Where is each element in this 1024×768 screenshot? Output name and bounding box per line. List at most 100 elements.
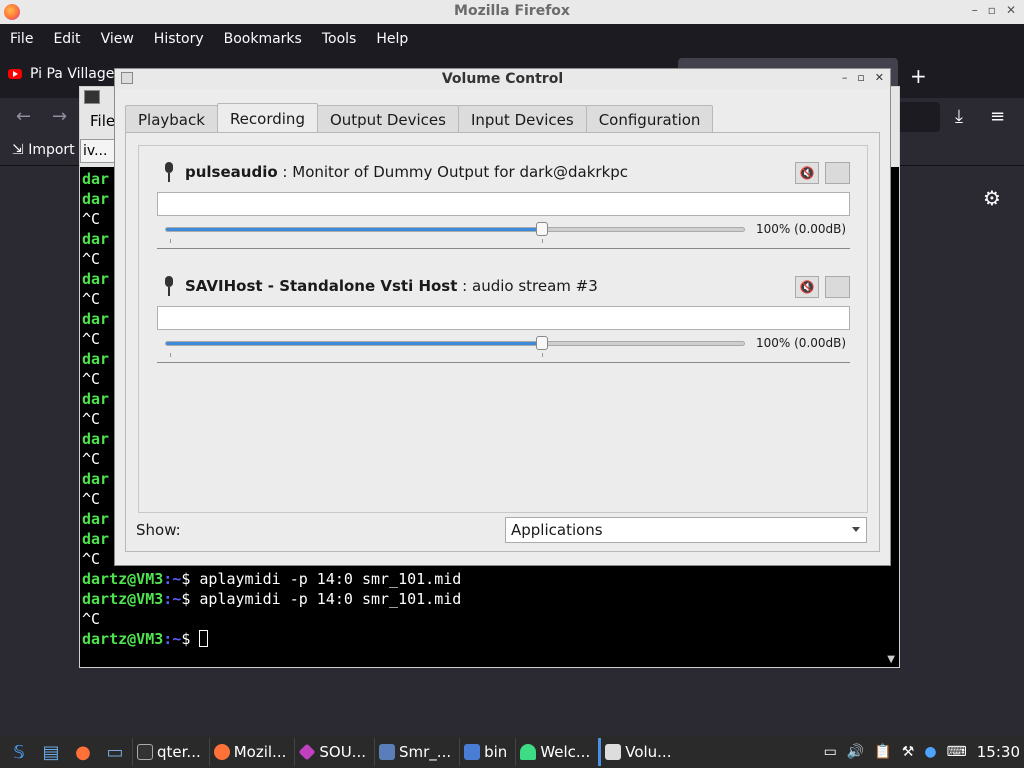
tab-recording[interactable]: Recording bbox=[216, 103, 318, 133]
download-icon[interactable]: ⤓ bbox=[955, 106, 963, 127]
terminal-prompt-fragment: dar bbox=[82, 310, 110, 328]
menu-view[interactable]: View bbox=[101, 31, 134, 47]
mute-button[interactable]: 🔇 bbox=[795, 276, 819, 298]
new-tab-button[interactable]: + bbox=[910, 64, 927, 88]
close-icon[interactable]: ✕ bbox=[875, 71, 884, 84]
close-icon[interactable]: ✕ bbox=[1006, 3, 1016, 17]
tab-output-devices[interactable]: Output Devices bbox=[316, 105, 459, 133]
mute-button[interactable]: 🔇 bbox=[795, 162, 819, 184]
vc-tab-strip: Playback Recording Output Devices Input … bbox=[125, 103, 714, 133]
firefox-tab[interactable]: Pi Pa Village bbox=[8, 66, 114, 82]
maximize-icon[interactable]: ▫ bbox=[988, 3, 996, 17]
task-label: qter... bbox=[157, 743, 201, 761]
file-manager-launcher-icon[interactable]: ▤ bbox=[38, 739, 64, 765]
stream-list: pulseaudio : Monitor of Dummy Output for… bbox=[138, 145, 868, 513]
desktop-launcher-icon[interactable]: ▭ bbox=[102, 739, 128, 765]
vc-tab-panel: pulseaudio : Monitor of Dummy Output for… bbox=[125, 132, 880, 552]
youtube-icon bbox=[8, 69, 22, 79]
terminal-line: ^C bbox=[82, 610, 101, 628]
menu-tools[interactable]: Tools bbox=[322, 31, 357, 47]
level-meter bbox=[157, 192, 850, 216]
tab-input-devices[interactable]: Input Devices bbox=[457, 105, 587, 133]
taskbar-task-smr[interactable]: Smr_... bbox=[374, 738, 455, 766]
taskbar-task-bin[interactable]: bin bbox=[459, 738, 511, 766]
alert-icon[interactable]: ● bbox=[924, 744, 936, 760]
taskbar-task-volume-control[interactable]: Volu... bbox=[598, 738, 675, 766]
notes-icon[interactable]: ▭ bbox=[824, 744, 837, 760]
taskbar-task-sou[interactable]: SOU... bbox=[294, 738, 370, 766]
taskbar: 𝕊 ▤ ● ▭ qter... Mozil... SOU... Smr_... … bbox=[0, 736, 1024, 768]
terminal-prompt-fragment: dar bbox=[82, 270, 110, 288]
volume-slider-thumb[interactable] bbox=[536, 336, 548, 350]
taskbar-task-welcome[interactable]: Welc... bbox=[515, 738, 594, 766]
chevron-down-icon bbox=[852, 527, 860, 532]
terminal-task-icon bbox=[137, 744, 153, 760]
hamburger-menu-icon[interactable]: ≡ bbox=[990, 106, 1005, 127]
volume-readout: 100% (0.00dB) bbox=[756, 222, 847, 236]
terminal-prompt-fragment: dar bbox=[82, 170, 110, 188]
prompt-path: :~ bbox=[163, 590, 182, 608]
terminal-prompt-fragment: dar bbox=[82, 390, 110, 408]
stream-description: : audio stream #3 bbox=[457, 277, 598, 295]
scroll-down-arrow-icon[interactable]: ▼ bbox=[887, 654, 895, 665]
tab-playback[interactable]: Playback bbox=[125, 105, 218, 133]
show-filter-select[interactable]: Applications bbox=[505, 517, 867, 543]
task-label: Mozil... bbox=[233, 743, 287, 761]
volume-icon[interactable]: 🔊 bbox=[847, 744, 864, 760]
android-task-icon bbox=[520, 744, 537, 760]
settings-gear-icon[interactable]: ⚙ bbox=[983, 186, 1001, 210]
lock-channels-button[interactable] bbox=[825, 276, 850, 298]
lock-channels-button[interactable] bbox=[825, 162, 850, 184]
task-label: SOU... bbox=[319, 743, 366, 761]
import-bookmarks-button[interactable]: ⇲ Import bbox=[12, 142, 75, 158]
forward-arrow-icon[interactable]: → bbox=[52, 106, 67, 127]
prompt-user: dartz@VM3 bbox=[82, 630, 164, 648]
minimize-icon[interactable]: – bbox=[972, 3, 978, 17]
tab-configuration[interactable]: Configuration bbox=[585, 105, 714, 133]
stream-app-name: SAVIHost - Standalone Vsti Host bbox=[185, 277, 458, 295]
stream-separator bbox=[157, 362, 850, 363]
clipboard-icon[interactable]: 📋 bbox=[874, 744, 891, 760]
terminal-prompt-fragment: dar bbox=[82, 530, 110, 548]
mute-speaker-icon: 🔇 bbox=[799, 280, 815, 294]
taskbar-task-qterminal[interactable]: qter... bbox=[132, 738, 205, 766]
keyboard-icon[interactable]: ⌨ bbox=[947, 744, 967, 760]
volume-slider[interactable] bbox=[165, 222, 745, 243]
minimize-icon[interactable]: – bbox=[842, 71, 848, 84]
system-tray: ▭ 🔊 📋 ⚒ ● ⌨ 15:30 bbox=[824, 743, 1024, 761]
import-label: Import bbox=[28, 142, 75, 158]
slider-tick-100 bbox=[542, 239, 543, 243]
menu-bookmarks[interactable]: Bookmarks bbox=[224, 31, 302, 47]
show-label: Show: bbox=[136, 521, 181, 539]
volume-slider-thumb[interactable] bbox=[536, 222, 548, 236]
network-icon[interactable]: ⚒ bbox=[902, 744, 915, 760]
start-menu-icon[interactable]: 𝕊 bbox=[6, 739, 32, 765]
stream-description: : Monitor of Dummy Output for dark@dakrk… bbox=[277, 163, 629, 181]
folder-task-icon bbox=[464, 744, 481, 760]
volume-control-titlebar: Volume Control – ▫ ✕ bbox=[115, 69, 890, 89]
task-label: bin bbox=[484, 743, 508, 761]
prompt-user: dartz@VM3 bbox=[82, 570, 164, 588]
taskbar-task-firefox[interactable]: Mozil... bbox=[208, 738, 291, 766]
maximize-icon[interactable]: ▫ bbox=[857, 71, 864, 84]
microphone-icon bbox=[165, 162, 173, 184]
slider-tick-min bbox=[170, 239, 171, 243]
slider-tick-min bbox=[170, 353, 171, 357]
firefox-window-title: Mozilla Firefox bbox=[454, 3, 570, 19]
terminal-prompt-fragment: dar bbox=[82, 470, 110, 488]
back-arrow-icon[interactable]: ← bbox=[16, 106, 31, 127]
app-task-icon bbox=[379, 744, 395, 760]
prompt-user: dartz@VM3 bbox=[82, 590, 164, 608]
microphone-icon bbox=[165, 276, 173, 298]
menu-history[interactable]: History bbox=[154, 31, 204, 47]
terminal-app-icon bbox=[84, 90, 100, 104]
volume-slider[interactable] bbox=[165, 336, 745, 357]
clock[interactable]: 15:30 bbox=[977, 743, 1020, 761]
menu-help[interactable]: Help bbox=[376, 31, 408, 47]
menu-file[interactable]: File bbox=[10, 31, 33, 47]
terminal-file-menu[interactable]: File bbox=[90, 112, 115, 130]
terminal-prompt-line: dartz@VM3:~$ bbox=[82, 629, 882, 649]
stream-separator bbox=[157, 248, 850, 249]
menu-edit[interactable]: Edit bbox=[53, 31, 80, 47]
firefox-launcher-icon[interactable]: ● bbox=[70, 739, 96, 765]
